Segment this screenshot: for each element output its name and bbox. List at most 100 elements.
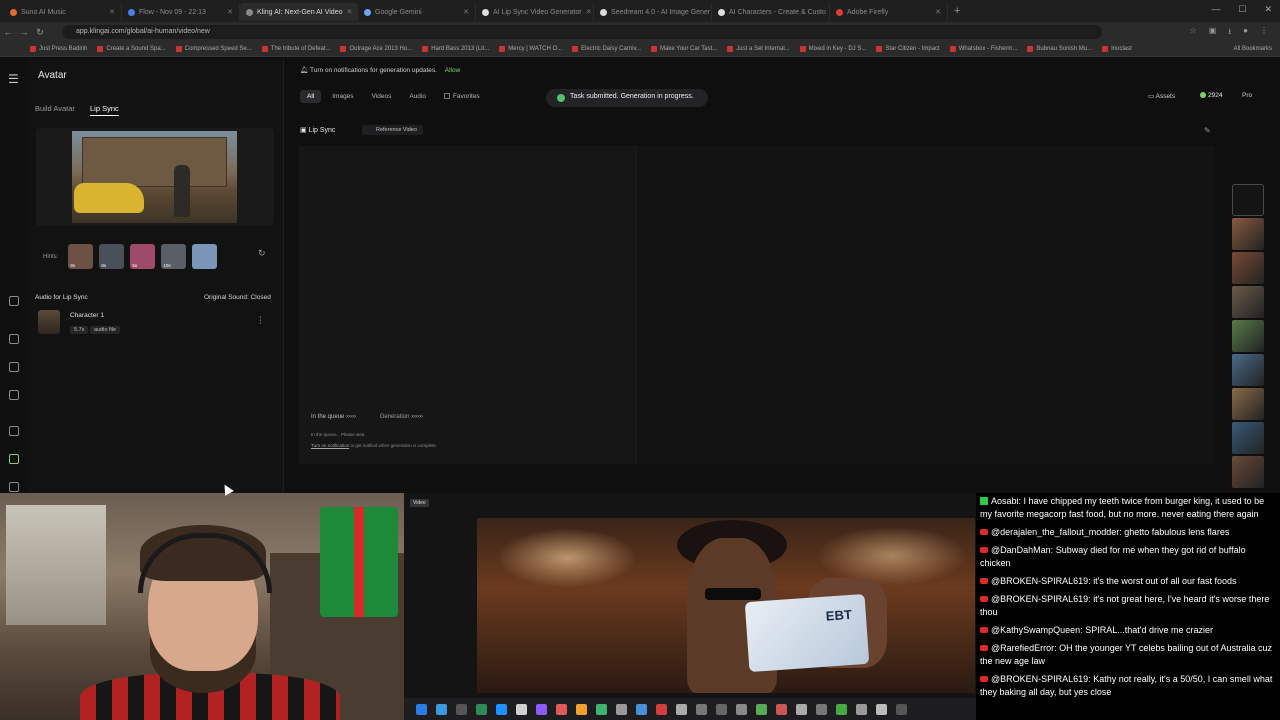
forward-icon[interactable]: → (16, 27, 32, 37)
bookmark-item[interactable]: Whatsbox - Fisherm... (949, 46, 1017, 52)
taskbar-app-icon[interactable] (816, 703, 827, 715)
assets-button[interactable]: ▭ Assets (1148, 92, 1175, 100)
bookmark-item[interactable]: Star Citizen - Impact (876, 46, 940, 52)
close-tab-icon[interactable]: ✕ (935, 8, 941, 16)
profile-icon[interactable]: ● (1243, 26, 1248, 40)
taskbar-app-icon[interactable] (896, 703, 907, 715)
bookmark-item[interactable]: Inoclast (1102, 46, 1132, 52)
reference-video-button[interactable]: Reference Video (362, 125, 423, 135)
browser-tab[interactable]: Kling AI: Next-Gen AI Video ✕ (240, 3, 358, 21)
edit-icon[interactable]: ✎ (1204, 126, 1211, 135)
bookmark-item[interactable]: Electric Daisy Carniv... (572, 46, 641, 52)
maximize-icon[interactable]: ☐ (1238, 4, 1246, 15)
bookmark-item[interactable]: Hard Bass 2013 (Lit... (422, 46, 489, 52)
bookmark-item[interactable]: Compressed Speed Se... (175, 46, 252, 52)
close-window-icon[interactable]: ✕ (1264, 4, 1272, 15)
pro-button[interactable]: Pro (1242, 92, 1252, 99)
menu-icon[interactable]: ☰ (8, 72, 19, 86)
browser-tab[interactable]: Google Gemini ✕ (358, 3, 476, 21)
bookmark-item[interactable]: Bubnau Sonish Mu... (1027, 46, 1092, 52)
bookmark-item[interactable]: Create a Sound Spa... (97, 46, 166, 52)
taskbar-app-icon[interactable] (736, 703, 747, 715)
image-icon[interactable] (9, 334, 19, 344)
taskbar-app-icon[interactable] (516, 703, 527, 715)
effects-icon[interactable] (9, 390, 19, 400)
browser-tab[interactable]: AI Lip Sync Video Generator ✕ (476, 3, 594, 21)
history-thumb[interactable] (1232, 252, 1264, 284)
history-thumb[interactable] (1232, 218, 1264, 250)
browser-tab[interactable]: Suno AI Music ✕ (4, 3, 122, 21)
taskbar-app-icon[interactable] (536, 703, 547, 715)
tab-all[interactable]: All (300, 90, 322, 103)
hint-thumb[interactable]: 8s (68, 244, 94, 269)
video-icon[interactable] (9, 362, 19, 372)
video-frame[interactable]: EBT (477, 518, 975, 693)
browser-tab[interactable]: AI Characters - Create & Custo✕ (712, 3, 830, 21)
tab-lip-sync[interactable]: Lip Sync (90, 104, 119, 116)
browser-tab[interactable]: Flow - Nov 09 - 22:13 ✕ (122, 3, 240, 21)
sound-icon[interactable] (9, 426, 19, 436)
history-thumb[interactable] (1232, 456, 1264, 488)
taskbar-app-icon[interactable] (696, 703, 707, 715)
close-tab-icon[interactable]: ✕ (227, 8, 233, 16)
taskbar-app-icon[interactable] (456, 703, 467, 715)
bookmark-item[interactable]: Just a Set Internal... (727, 46, 790, 52)
pending-thumb[interactable] (1232, 184, 1264, 216)
new-tab-icon[interactable]: + (954, 5, 960, 17)
back-icon[interactable]: ← (0, 27, 16, 37)
reload-icon[interactable]: ↻ (32, 27, 48, 38)
history-thumb[interactable] (1232, 320, 1264, 352)
close-tab-icon[interactable]: ✕ (586, 8, 592, 16)
bookmark-item[interactable]: Make Your Car Tast... (651, 46, 717, 52)
turn-on-link[interactable]: Turn on notification (311, 443, 349, 448)
taskbar-app-icon[interactable] (616, 703, 627, 715)
bookmark-item[interactable]: The tribute of Defeat... (261, 46, 330, 52)
taskbar-app-icon[interactable] (796, 703, 807, 715)
original-sound-toggle[interactable]: Original Sound: Closed (204, 294, 271, 301)
assets-icon[interactable] (9, 482, 19, 492)
avatar-icon[interactable] (9, 454, 19, 464)
taskbar-app-icon[interactable] (836, 703, 847, 715)
extensions-icon[interactable]: ▣ (1209, 26, 1217, 40)
download-icon[interactable]: ⭳ (1228, 26, 1231, 40)
taskbar-app-icon[interactable] (656, 703, 667, 715)
credits-badge[interactable]: 2924 (1200, 92, 1222, 99)
browser-tab[interactable]: Seedream 4.0 - AI Image Gener✕ (594, 3, 712, 21)
taskbar-app-icon[interactable] (496, 703, 507, 715)
close-tab-icon[interactable]: ✕ (346, 8, 352, 16)
hint-thumb[interactable] (192, 244, 218, 269)
taskbar-app-icon[interactable] (856, 703, 867, 715)
taskbar-app-icon[interactable] (756, 703, 767, 715)
minimize-icon[interactable]: — (1211, 4, 1220, 15)
taskbar-app-icon[interactable] (596, 703, 607, 715)
tab-images[interactable]: Images (325, 90, 360, 103)
hint-thumb[interactable]: 10s (161, 244, 187, 269)
taskbar-app-icon[interactable] (556, 703, 567, 715)
refresh-icon[interactable]: ↻ (258, 248, 266, 259)
tab-audio[interactable]: Audio (402, 90, 433, 103)
taskbar-app-icon[interactable] (716, 703, 727, 715)
taskbar-app-icon[interactable] (576, 703, 587, 715)
allow-link[interactable]: Allow (445, 67, 461, 74)
all-bookmarks[interactable]: All Bookmarks (1234, 46, 1280, 52)
history-thumb[interactable] (1232, 286, 1264, 318)
bookmark-item[interactable]: Outrage Ace 2013 Ho... (340, 46, 412, 52)
tab-videos[interactable]: Videos (365, 90, 399, 103)
history-thumb[interactable] (1232, 354, 1264, 386)
taskbar-app-icon[interactable] (776, 703, 787, 715)
taskbar-app-icon[interactable] (676, 703, 687, 715)
star-icon[interactable]: ☆ (1190, 26, 1197, 40)
hint-thumb[interactable]: 8s (99, 244, 125, 269)
favorites-checkbox[interactable]: Favorites (437, 90, 487, 103)
taskbar-app-icon[interactable] (476, 703, 487, 715)
taskbar-app-icon[interactable] (876, 703, 887, 715)
history-thumb[interactable] (1232, 388, 1264, 420)
tab-build-avatar[interactable]: Build Avatar (35, 104, 75, 113)
url-input[interactable]: app.klingai.com/global/ai-human/video/ne… (62, 25, 1102, 39)
taskbar-app-icon[interactable] (436, 703, 447, 715)
avatar-image-card[interactable] (36, 128, 274, 226)
bookmark-item[interactable]: Just Press Badinh (30, 46, 87, 52)
close-tab-icon[interactable]: ✕ (109, 8, 115, 16)
bookmark-item[interactable]: Mixed in Key - DJ S... (799, 46, 866, 52)
taskbar-app-icon[interactable] (416, 703, 427, 715)
